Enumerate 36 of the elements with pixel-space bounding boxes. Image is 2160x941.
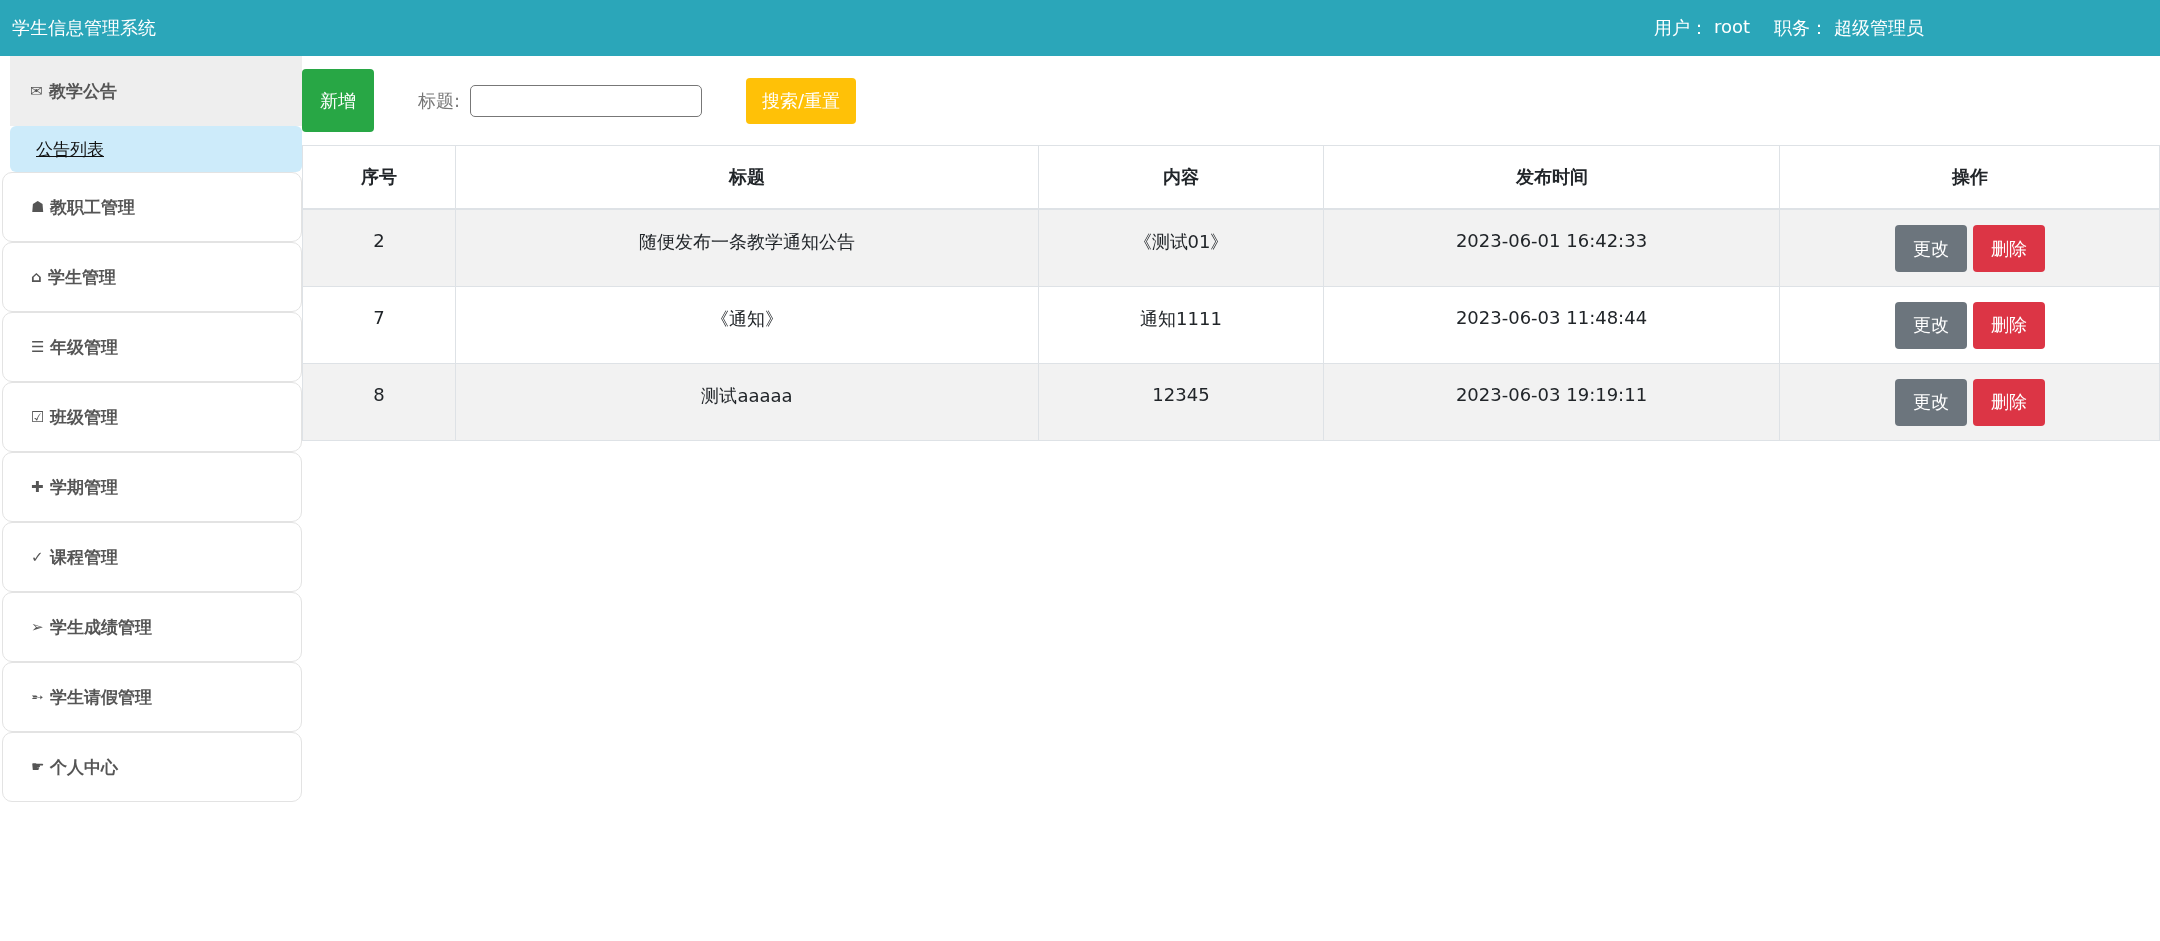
delete-button[interactable]: 删除	[1972, 225, 2045, 272]
table-cell: 8	[302, 363, 456, 440]
sidebar-menu-item[interactable]: ☛ 个人中心	[2, 732, 302, 802]
sidebar-menu-item[interactable]: ☑ 班级管理	[2, 382, 302, 452]
delete-button[interactable]: 删除	[1972, 378, 2045, 426]
sidebar-menu-item[interactable]: ☗ 教职工管理	[2, 172, 302, 242]
table-cell: 2023-06-03 11:48:44	[1323, 286, 1780, 363]
title-input-field[interactable]	[470, 84, 703, 117]
sidebar-menu-item[interactable]: ✉ 教学公告	[10, 56, 302, 126]
edit-button[interactable]: 更改	[1894, 378, 1967, 426]
edit-button[interactable]: 更改	[1894, 225, 1967, 272]
table-cell: 2	[302, 209, 456, 286]
table-cell: 通知1111	[1038, 286, 1324, 363]
table-cell: 7	[302, 286, 456, 363]
sidebar-menu-item[interactable]: ✚ 学期管理	[2, 452, 302, 522]
title-label: 标题:	[418, 88, 461, 113]
table-cell: 2023-06-03 19:19:11	[1323, 363, 1780, 440]
app-title: 学生信息管理系统	[12, 16, 156, 40]
table-cell: 2023-06-01 16:42:33	[1323, 209, 1780, 286]
sidebar-menu-item[interactable]: ✓ 课程管理	[2, 522, 302, 592]
sidebar-menu-item[interactable]: ☰ 年级管理	[2, 312, 302, 382]
role-label: 职务：	[1774, 16, 1828, 40]
sidebar-menu-item[interactable]: ⌂ 学生管理	[2, 242, 302, 312]
table-cell: 测试aaaaa	[455, 363, 1039, 440]
role-name: 超级管理员	[1834, 16, 1924, 40]
table-cell: 《通知》	[455, 286, 1039, 363]
edit-button[interactable]: 更改	[1894, 301, 1967, 349]
table-cell: 《测试01》	[1038, 209, 1324, 286]
user-name: root	[1713, 16, 1750, 39]
sidebar-menu-item[interactable]: ➵ 学生请假管理	[2, 662, 302, 732]
delete-button[interactable]: 删除	[1972, 301, 2045, 349]
table-cell: 12345	[1038, 363, 1324, 440]
sidebar-menu-item[interactable]: ➢ 学生成绩管理	[2, 592, 302, 662]
sidebar-submenu-link[interactable]: 公告列表	[10, 126, 302, 172]
user-label: 用户：	[1653, 16, 1708, 40]
table-cell: 随便发布一条教学通知公告	[455, 209, 1039, 286]
